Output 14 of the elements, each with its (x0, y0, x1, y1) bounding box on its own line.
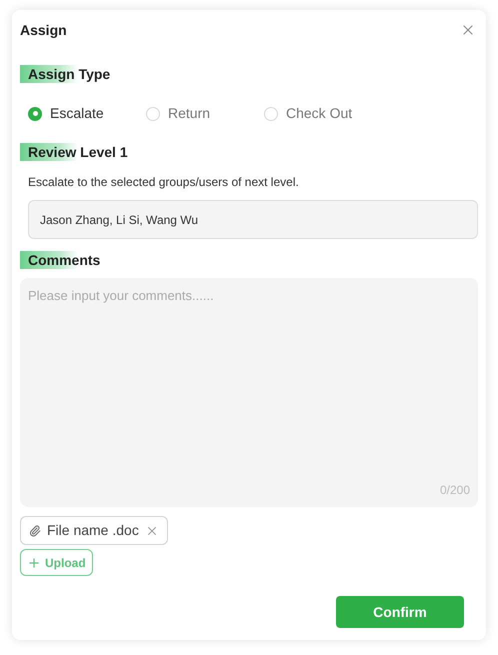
radio-selected-icon (28, 106, 42, 120)
radio-icon (146, 106, 160, 120)
character-counter: 0/200 (440, 482, 470, 499)
radio-icon (264, 106, 278, 120)
radio-option[interactable]: Check Out (264, 103, 382, 124)
file-name: File name .doc (47, 521, 139, 540)
assignee-field[interactable]: Jason Zhang, Li Si, Wang Wu (28, 200, 478, 239)
radio-option[interactable]: Return (146, 103, 264, 124)
radio-option[interactable]: Escalate (28, 103, 146, 124)
plus-icon (27, 556, 41, 570)
dialog-title: Assign (20, 20, 67, 40)
description-text: Escalate to the selected groups/users of next level. (28, 174, 300, 191)
confirm-button[interactable]: Confirm (336, 596, 464, 628)
paperclip-icon (29, 524, 41, 536)
